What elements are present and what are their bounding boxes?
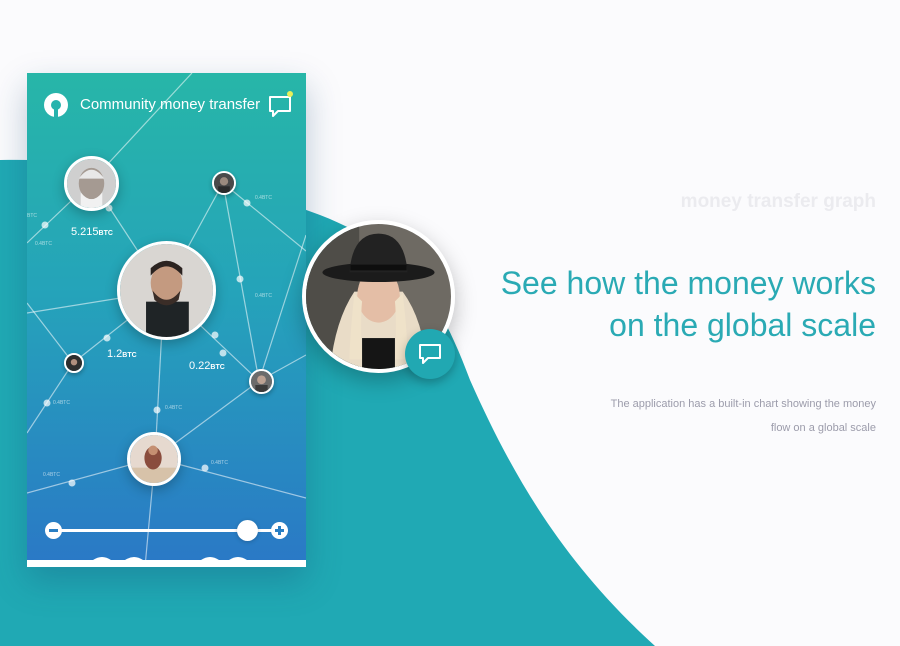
avatar-person-right[interactable] [249,369,274,394]
edge-label: 0.4BTC [35,241,52,247]
headline: See how the money works on the global sc… [436,262,876,346]
amount-label-1: 5.215BTC [71,226,113,238]
edge-label: 0.4BTC [43,472,60,478]
edge-label: BTC [27,213,37,219]
zoom-in-button[interactable] [271,522,288,539]
bottom-tab-bar [27,557,306,567]
phone-screen: Community money transfer 5.215BTC 1.2BTC… [27,73,306,567]
zoom-out-button[interactable] [45,522,62,539]
edge-label: 0.4BTC [53,400,70,406]
edge-label: 0.4BTC [255,293,272,299]
zoom-slider-thumb[interactable] [237,520,259,541]
app-title: Community money transfer [80,96,261,113]
app-header: Community money transfer [27,91,306,119]
edge-label: 0.4BTC [255,195,272,201]
description-line-2: flow on a global scale [770,422,876,434]
avatar-person-left[interactable] [64,353,84,373]
notification-dot [287,91,293,97]
avatar-elderly-man[interactable] [64,156,119,211]
avatar-bearded-man[interactable] [117,241,216,340]
description: The application has a built-in chart sho… [546,392,876,440]
headline-line-2: on the global scale [609,307,876,343]
edge-label: 0.4BTC [165,405,182,411]
amount-label-3: 0.22BTC [189,360,225,372]
section-eyebrow: money transfer graph [680,191,876,212]
avatar-person-top[interactable] [212,171,236,195]
logo-icon [44,93,68,117]
avatar-woman-beach[interactable] [127,432,181,486]
amount-label-2: 1.2BTC [107,348,137,360]
edge-label: 0.4BTC [211,460,228,466]
description-line-1: The application has a built-in chart sho… [610,398,876,410]
headline-line-1: See how the money works [500,265,876,301]
